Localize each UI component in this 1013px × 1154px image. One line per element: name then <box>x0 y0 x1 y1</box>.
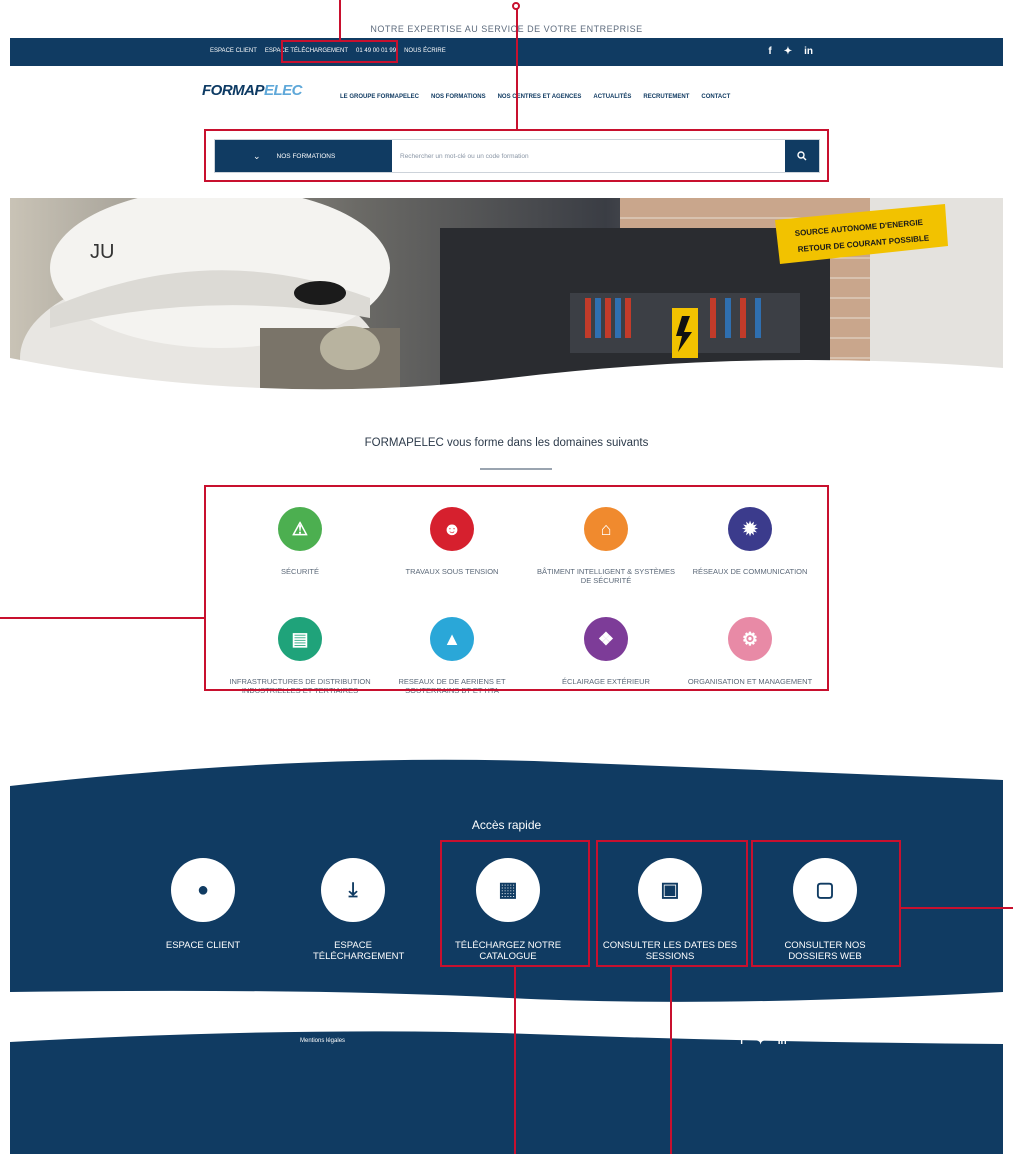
title-divider <box>480 468 552 470</box>
nav-actualites[interactable]: ACTUALITÉS <box>593 94 631 100</box>
callout-box-catalogue <box>440 840 590 967</box>
user-icon: ● <box>171 858 235 922</box>
callout-line <box>339 0 341 40</box>
footer-social: f ✦ in <box>740 1036 787 1047</box>
nav-contact[interactable]: CONTACT <box>701 94 730 100</box>
tagline: NOTRE EXPERTISE AU SERVICE DE VOTRE ENTR… <box>370 24 643 34</box>
facebook-icon[interactable]: f <box>740 1036 743 1047</box>
linkedin-icon[interactable]: in <box>778 1036 787 1047</box>
callout-line <box>514 967 516 1154</box>
page: NOTRE EXPERTISE AU SERVICE DE VOTRE ENTR… <box>0 0 1013 1154</box>
quick-espace-telechargement[interactable]: ⤓ ESPACE TÉLÉCHARGEMENT <box>283 858 423 962</box>
linkedin-icon[interactable]: in <box>804 46 813 57</box>
nav-recrutement[interactable]: RECRUTEMENT <box>643 94 689 100</box>
main-nav: LE GROUPE FORMAPELEC NOS FORMATIONS NOS … <box>340 94 730 100</box>
top-social: f ✦ in <box>768 46 813 57</box>
espace-client-link[interactable]: ESPACE CLIENT <box>210 48 257 54</box>
quick-access-title: Accès rapide <box>471 818 542 832</box>
twitter-icon[interactable]: ✦ <box>756 1036 764 1047</box>
callout-box-sessions <box>596 840 748 967</box>
download-icon: ⤓ <box>321 858 385 922</box>
logo[interactable]: FORMAPELEC <box>202 82 303 99</box>
nav-groupe[interactable]: LE GROUPE FORMAPELEC <box>340 94 419 100</box>
quick-espace-client[interactable]: ● ESPACE CLIENT <box>133 858 273 951</box>
header: FORMAPELEC LE GROUPE FORMAPELEC NOS FORM… <box>10 66 1003 128</box>
callout-box-domains <box>204 485 829 691</box>
domains-title: FORMAPELEC vous forme dans les domaines … <box>364 437 649 449</box>
callout-line <box>0 617 204 619</box>
twitter-icon[interactable]: ✦ <box>784 46 792 57</box>
callout-box-dossiers <box>751 840 901 967</box>
contact-email-link[interactable]: NOUS ÉCRIRE <box>404 48 446 54</box>
callout-dot <box>512 2 520 10</box>
callout-line <box>901 907 1013 909</box>
top-bar: ESPACE CLIENT ESPACE TÉLÉCHARGEMENT 01 4… <box>10 38 1003 66</box>
nav-centres[interactable]: NOS CENTRES ET AGENCES <box>498 94 582 100</box>
nav-formations[interactable]: NOS FORMATIONS <box>431 94 486 100</box>
quick-label: ESPACE CLIENT <box>165 940 241 951</box>
hero-image: SOURCE AUTONOME D'ENERGIE RETOUR DE COUR… <box>10 198 1003 400</box>
callout-box-search <box>204 129 829 182</box>
callout-box-telechargement <box>281 40 398 63</box>
helmet-text: JU <box>90 241 114 263</box>
callout-line <box>516 4 518 129</box>
legal-link[interactable]: Mentions légales <box>300 1038 345 1044</box>
facebook-icon[interactable]: f <box>768 46 771 57</box>
quick-label: ESPACE TÉLÉCHARGEMENT <box>313 940 405 962</box>
callout-line <box>670 967 672 1154</box>
